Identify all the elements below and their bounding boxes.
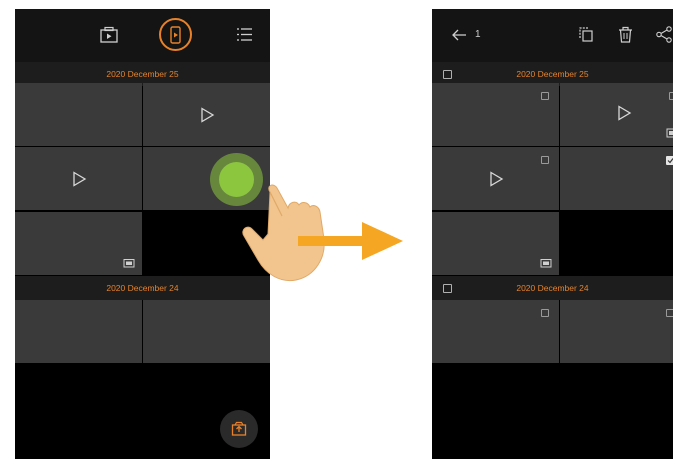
section-date: 2020 December 24 (106, 283, 179, 293)
video-badge-icon (666, 128, 673, 138)
selected-count: 1 (475, 29, 481, 40)
section-date: 2020 December 25 (516, 69, 589, 79)
phone-screen-gallery: 2020 December 25 2020 December 24 (15, 9, 270, 459)
check-icon (667, 158, 673, 164)
camera-icon[interactable] (99, 26, 119, 44)
tile-checkbox-checked[interactable] (666, 156, 673, 165)
media-tile-selected[interactable] (560, 147, 673, 210)
back-arrow-icon[interactable] (451, 28, 467, 42)
section-header: 2020 December 24 (15, 276, 270, 300)
photo-badge-icon (540, 259, 552, 268)
tile-checkbox[interactable] (541, 309, 549, 317)
phone-gallery-button[interactable] (159, 18, 192, 51)
tile-checkbox[interactable] (666, 309, 673, 317)
play-icon (490, 171, 504, 187)
media-tile-photo[interactable] (15, 212, 142, 275)
upload-button[interactable] (220, 410, 258, 448)
upload-icon (231, 421, 247, 436)
transition-arrow-icon (298, 222, 403, 260)
phone-gallery-icon (170, 26, 181, 44)
media-tile[interactable] (15, 300, 142, 363)
selection-toolbar: 1 (432, 9, 673, 62)
play-icon (201, 107, 215, 123)
media-tile-video[interactable] (143, 83, 270, 146)
section-select-checkbox[interactable] (443, 70, 452, 79)
play-icon (73, 171, 87, 187)
media-tile-video[interactable] (15, 147, 142, 210)
play-icon (618, 105, 632, 121)
tile-checkbox[interactable] (541, 92, 549, 100)
media-tile-photo[interactable] (432, 212, 559, 275)
tile-checkbox[interactable] (669, 92, 673, 100)
copy-icon[interactable] (578, 26, 594, 43)
gallery-toolbar (15, 9, 270, 62)
media-tile-video[interactable] (560, 83, 673, 146)
section-select-checkbox[interactable] (443, 284, 452, 293)
photo-badge-icon (123, 259, 135, 268)
tile-checkbox[interactable] (541, 156, 549, 164)
media-tile[interactable] (432, 83, 559, 146)
media-tile[interactable] (143, 300, 270, 363)
list-icon[interactable] (236, 27, 253, 42)
share-icon[interactable] (656, 26, 673, 43)
section-date: 2020 December 25 (106, 69, 179, 79)
phone-screen-selection: 1 2020 December 25 2020 December 24 (432, 9, 673, 459)
trash-icon[interactable] (618, 26, 633, 43)
section-date: 2020 December 24 (516, 283, 589, 293)
section-header: 2020 December 24 (432, 276, 673, 300)
media-tile[interactable] (15, 83, 142, 146)
media-tile-video[interactable] (432, 147, 559, 210)
media-tile[interactable] (432, 300, 559, 363)
media-tile[interactable] (560, 300, 673, 363)
